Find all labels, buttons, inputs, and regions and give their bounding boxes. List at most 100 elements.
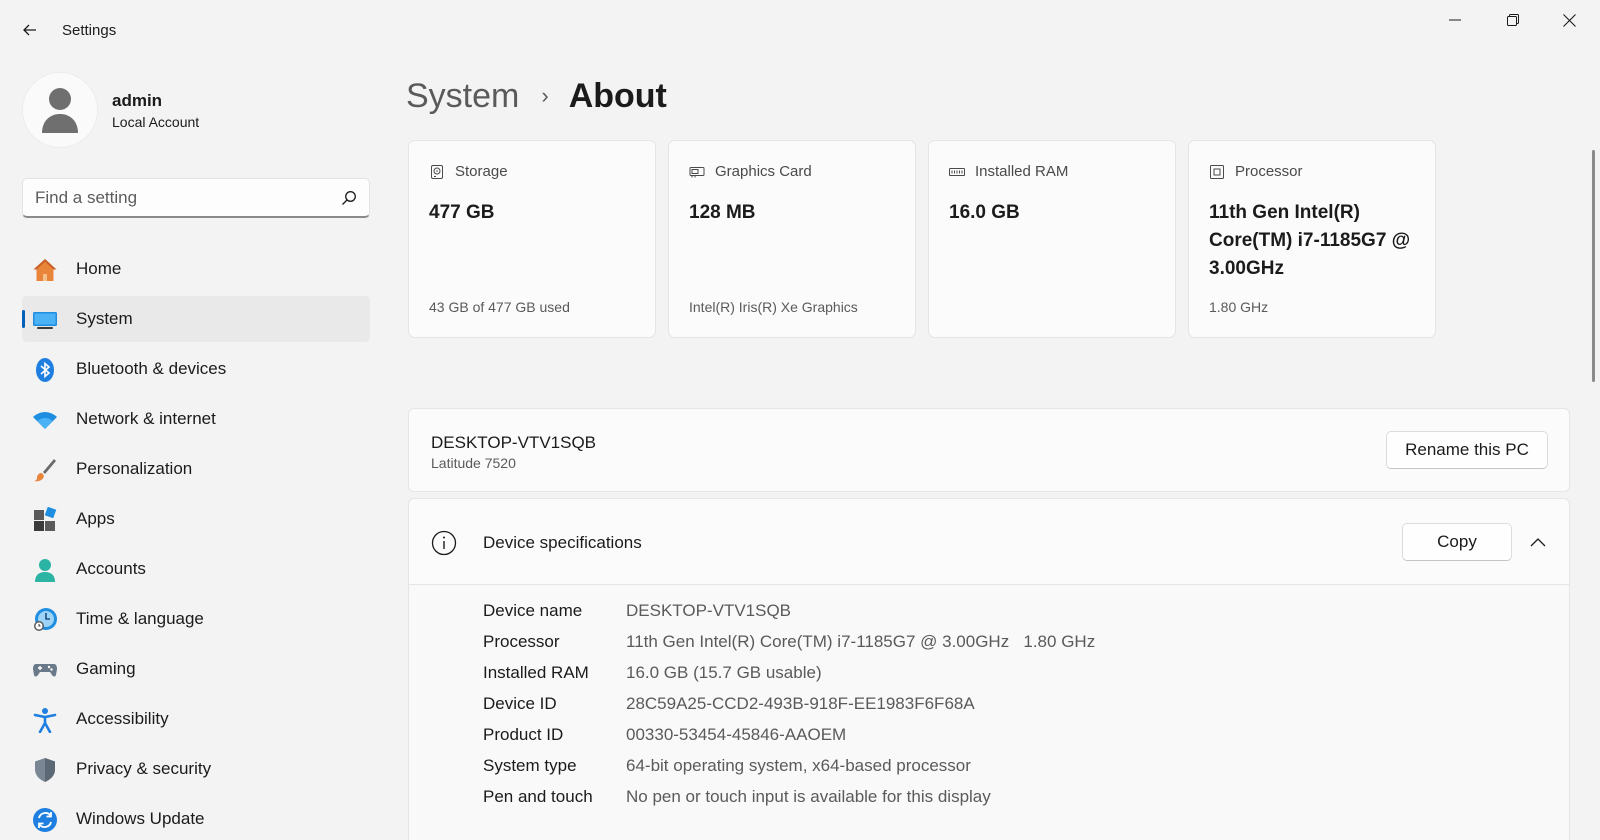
sidebar-item-time-language[interactable]: Time & language <box>22 596 370 642</box>
sidebar-item-accessibility[interactable]: Accessibility <box>22 696 370 742</box>
sidebar-item-label: Windows Update <box>76 809 205 828</box>
spec-row: Product ID 00330-53454-45846-AAOEM <box>483 719 1483 750</box>
sidebar-item-label: Home <box>76 259 122 278</box>
pc-name: DESKTOP-VTV1SQB <box>431 433 597 452</box>
spec-value: 64-bit operating system, x64-based proce… <box>626 755 971 775</box>
scrollbar-thumb[interactable] <box>1592 150 1595 382</box>
rename-pc-button[interactable]: Rename this PC <box>1386 431 1548 469</box>
spec-row: Processor 11th Gen Intel(R) Core(TM) i7-… <box>483 626 1483 657</box>
spec-value: 28C59A25-CCD2-493B-918F-EE1983F6F68A <box>626 693 975 713</box>
user-avatar-icon <box>42 88 78 133</box>
sidebar-item-label: Personalization <box>76 459 193 478</box>
page-title: About <box>568 76 667 115</box>
spec-label: Device name <box>483 600 583 620</box>
spec-value: 00330-53454-45846-AAOEM <box>626 724 847 744</box>
accounts-icon <box>32 557 58 583</box>
sidebar-item-label: Time & language <box>76 609 204 628</box>
sidebar-item-privacy-security[interactable]: Privacy & security <box>22 746 370 792</box>
sidebar-item-system[interactable]: System <box>22 296 370 342</box>
sidebar-item-label: Apps <box>76 509 115 528</box>
spec-label: Product ID <box>483 724 564 744</box>
ram-icon <box>949 164 965 180</box>
spec-cards: Storage 477 GB 43 GB of 477 GB used Grap… <box>408 140 1458 338</box>
sidebar-item-label: Privacy & security <box>76 759 212 778</box>
user-profile[interactable]: admin Local Account <box>22 72 362 148</box>
home-icon <box>32 257 58 283</box>
card-value: 128 MB <box>689 202 756 223</box>
close-icon <box>1562 13 1576 27</box>
card-title: Storage <box>455 163 508 180</box>
gamepad-icon <box>32 657 58 683</box>
card-title: Processor <box>1235 163 1303 180</box>
sidebar-item-windows-update[interactable]: Windows Update <box>22 796 370 840</box>
sidebar-item-gaming[interactable]: Gaming <box>22 646 370 692</box>
search-box <box>22 178 370 218</box>
sidebar-item-network[interactable]: Network & internet <box>22 396 370 442</box>
spec-value: No pen or touch input is available for t… <box>626 786 991 806</box>
bluetooth-icon <box>32 357 58 383</box>
spec-row: Pen and touch No pen or touch input is a… <box>483 781 1483 812</box>
processor-icon <box>1209 164 1225 180</box>
profile-name: admin <box>112 91 163 110</box>
processor-card[interactable]: Processor 11th Gen Intel(R) Core(TM) i7-… <box>1188 140 1436 338</box>
device-specifications-panel: Device specifications Copy Device name D… <box>408 498 1570 840</box>
sidebar-item-accounts[interactable]: Accounts <box>22 546 370 592</box>
sidebar-item-apps[interactable]: Apps <box>22 496 370 542</box>
accessibility-icon <box>32 707 58 733</box>
storage-icon <box>429 164 445 180</box>
search-icon[interactable] <box>341 190 357 206</box>
chevron-up-icon[interactable] <box>1527 531 1549 553</box>
card-detail: Intel(R) Iris(R) Xe Graphics <box>689 299 858 315</box>
spec-value: 16.0 GB (15.7 GB usable) <box>626 662 822 682</box>
card-title: Installed RAM <box>975 163 1069 180</box>
spec-label: Processor <box>483 631 560 651</box>
spec-row: Installed RAM 16.0 GB (15.7 GB usable) <box>483 657 1483 688</box>
avatar <box>22 72 98 148</box>
sidebar-item-label: Accounts <box>76 559 146 578</box>
update-icon <box>32 807 58 833</box>
pc-name-panel: DESKTOP-VTV1SQB Latitude 7520 Rename thi… <box>408 408 1570 492</box>
card-title: Graphics Card <box>715 163 812 180</box>
back-button[interactable] <box>16 16 44 44</box>
back-arrow-icon <box>23 24 36 36</box>
spec-label: System type <box>483 755 577 775</box>
info-icon <box>431 530 457 556</box>
close-button[interactable] <box>1546 6 1592 34</box>
storage-card[interactable]: Storage 477 GB 43 GB of 477 GB used <box>408 140 656 338</box>
copy-button[interactable]: Copy <box>1402 523 1512 561</box>
pc-model: Latitude 7520 <box>431 455 516 471</box>
spec-row: Device name DESKTOP-VTV1SQB <box>483 595 1483 626</box>
card-value: 16.0 GB <box>949 202 1020 223</box>
sidebar-item-home[interactable]: Home <box>22 246 370 292</box>
minimize-icon <box>1449 19 1461 21</box>
spec-value: DESKTOP-VTV1SQB <box>626 600 792 620</box>
minimize-button[interactable] <box>1432 6 1478 34</box>
time-language-icon <box>32 607 58 633</box>
card-value: 477 GB <box>429 202 495 223</box>
card-value: 11th Gen Intel(R) Core(TM) i7-1185G7 @ 3… <box>1209 202 1411 279</box>
card-detail: 1.80 GHz <box>1209 299 1269 315</box>
sidebar-item-bluetooth[interactable]: Bluetooth & devices <box>22 346 370 392</box>
installed-ram-card[interactable]: Installed RAM 16.0 GB <box>928 140 1176 338</box>
spec-value: 11th Gen Intel(R) Core(TM) i7-1185G7 @ 3… <box>626 631 1096 651</box>
graphics-card-icon <box>689 164 705 180</box>
breadcrumb-separator: › <box>541 83 549 108</box>
spec-label: Installed RAM <box>483 662 589 682</box>
sidebar-item-personalization[interactable]: Personalization <box>22 446 370 492</box>
shield-icon <box>32 757 58 783</box>
graphics-card-card[interactable]: Graphics Card 128 MB Intel(R) Iris(R) Xe… <box>668 140 916 338</box>
sidebar-nav: Home System Bluetooth & devices Network … <box>22 246 370 840</box>
spec-row: Device ID 28C59A25-CCD2-493B-918F-EE1983… <box>483 688 1483 719</box>
brush-icon <box>32 457 58 483</box>
sidebar-item-label: System <box>76 309 133 328</box>
profile-account-type: Local Account <box>112 114 200 130</box>
sidebar-item-label: Gaming <box>76 659 136 678</box>
breadcrumb-parent[interactable]: System <box>406 77 519 116</box>
restore-button[interactable] <box>1490 6 1536 34</box>
device-specifications-header[interactable]: Device specifications Copy <box>409 499 1569 585</box>
title-bar: Settings <box>0 0 1600 60</box>
card-detail: 43 GB of 477 GB used <box>429 299 570 315</box>
search-input[interactable] <box>35 179 325 217</box>
system-icon <box>32 307 58 333</box>
breadcrumb: System › About <box>406 72 667 120</box>
